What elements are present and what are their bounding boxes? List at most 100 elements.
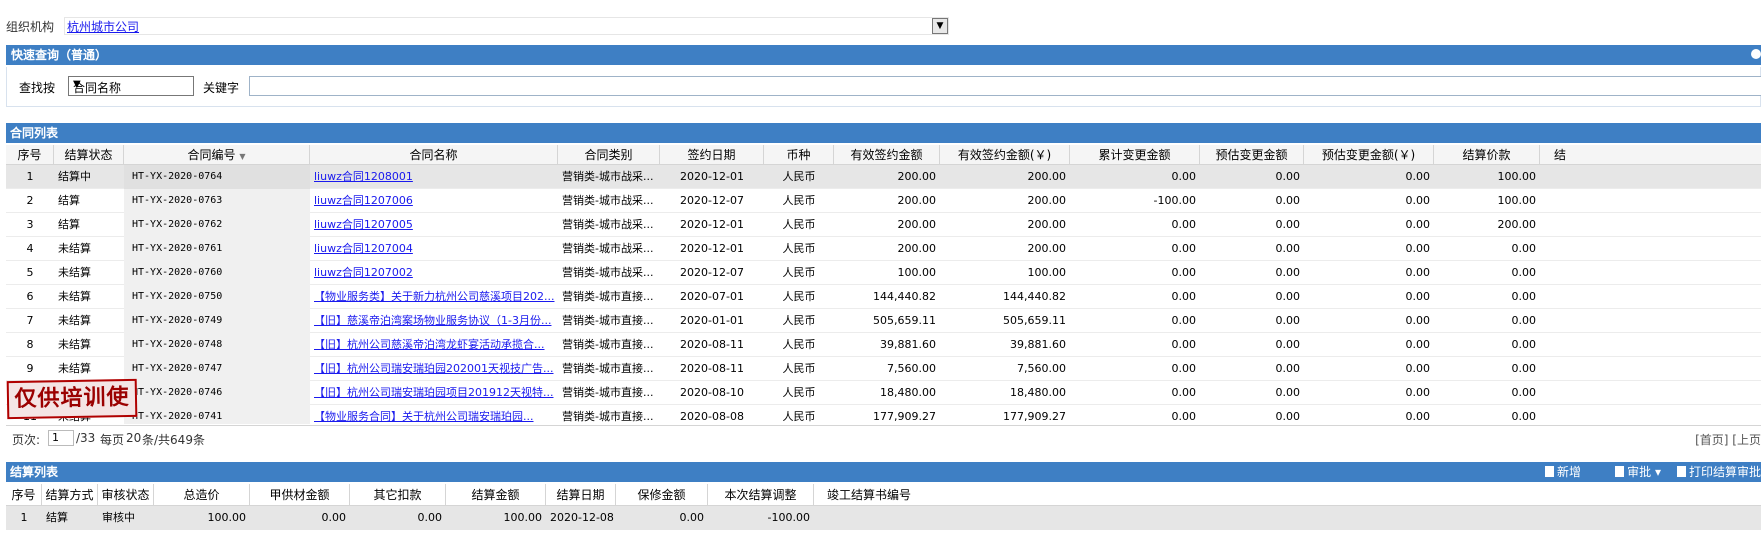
col-header[interactable]: 合同类别	[558, 145, 660, 165]
cell-amt: 200.00	[897, 194, 937, 207]
table-row[interactable]: 10未结算HT-YX-2020-0746【旧】杭州公司瑞安瑞珀园项目201912…	[6, 381, 1761, 405]
contract-name-link[interactable]: liuwz合同1207002	[310, 261, 558, 285]
col-header[interactable]: 总造价	[154, 484, 250, 506]
cell-code: HT-YX-2020-0749	[124, 309, 310, 333]
pager-nav-links[interactable]: [首页] [上页	[1695, 431, 1761, 448]
cell-code: HT-YX-2020-0747	[124, 357, 310, 381]
cell-no: 1	[26, 170, 34, 183]
contract-name-link[interactable]: 【旧】杭州公司瑞安瑞珀园202001天视技广告...	[310, 357, 558, 381]
col-header[interactable]: 结算日期	[546, 484, 616, 506]
contract-name-link[interactable]: liuwz合同1207005	[310, 213, 558, 237]
col-header[interactable]: 结算方式	[42, 484, 98, 506]
col-header[interactable]: 币种	[764, 145, 834, 165]
table-row[interactable]: 5 未结算 HT-YX-2020-0760 liuwz合同1207002 营销类-城市战…	[6, 261, 1761, 285]
cell-cat: 营销类-城市直接...	[562, 314, 654, 327]
contract-name-link[interactable]: liuwz合同1207006	[310, 189, 558, 213]
page-total: /33	[76, 431, 96, 445]
cell-chg: 0.00	[1171, 386, 1197, 399]
chevron-down-icon[interactable]: ▼	[932, 18, 948, 34]
table-row[interactable]: 8 未结算 HT-YX-2020-0748 【旧】杭州公司慈溪帝泊湾龙虾宴活动承揽合.…	[6, 333, 1761, 357]
cell-no: 5	[26, 266, 34, 279]
settlement-grid-body: 1 结算 审核中 100.00 0.00 0.00 100.00 2020-12-08 0.00…	[6, 506, 1761, 530]
col-header[interactable]: 结算价款	[1434, 145, 1540, 165]
cell-date: 2020-12-08	[550, 511, 614, 524]
contract-name-link[interactable]: liuwz合同1208001	[310, 165, 558, 189]
cell-est_y: 0.00	[1405, 194, 1431, 207]
contract-name-link[interactable]: 【旧】慈溪帝泊湾案场物业服务协议（1-3月份...	[310, 309, 558, 333]
cell-date: 2020-12-07	[680, 194, 744, 207]
contract-name-link[interactable]: 【旧】杭州公司慈溪帝泊湾龙虾宴活动承揽合...	[310, 333, 558, 357]
printer-icon	[1676, 466, 1686, 477]
table-row[interactable]: 6 未结算 HT-YX-2020-0750 【物业服务类】关于新力杭州公司慈溪项目20…	[6, 285, 1761, 309]
col-header[interactable]: 累计变更金额	[1070, 145, 1200, 165]
contract-grid: 序号 结算状态 合同编号 ▼ 合同名称 合同类别 签约日期 币种 有效签约金额 …	[6, 145, 1761, 424]
collapse-icon[interactable]	[1751, 49, 1761, 59]
table-row[interactable]: 1 结算中 HT-YX-2020-0764 liuwz合同1208001 营销类-城市战…	[6, 165, 1761, 189]
org-value-link[interactable]: 杭州城市公司	[67, 18, 139, 35]
col-header[interactable]: 甲供材金额	[250, 484, 350, 506]
col-header[interactable]: 序号	[6, 484, 42, 506]
quick-query-panel: 查找按 合同名称 ▼ 关键字	[6, 67, 1761, 107]
table-row[interactable]: 7 未结算 HT-YX-2020-0749 【旧】慈溪帝泊湾案场物业服务协议（1-3月…	[6, 309, 1761, 333]
contract-name-link[interactable]: 【物业服务合同】关于杭州公司瑞安瑞珀园...	[310, 405, 558, 424]
cell-cur: 人民币	[782, 386, 816, 399]
contract-grid-header: 序号 结算状态 合同编号 ▼ 合同名称 合同类别 签约日期 币种 有效签约金额 …	[6, 145, 1761, 165]
cell-est: 0.00	[1275, 194, 1301, 207]
keyword-input[interactable]	[249, 76, 1761, 96]
cell-amt_y: 200.00	[1027, 194, 1067, 207]
contract-name-link[interactable]: 【旧】杭州公司瑞安瑞珀园项目201912天视特...	[310, 381, 558, 405]
col-header[interactable]: 预估变更金额(￥)	[1304, 145, 1434, 165]
cell-est_y: 0.00	[1405, 410, 1431, 423]
table-row[interactable]: 11未结算HT-YX-2020-0741【物业服务合同】关于杭州公司瑞安瑞珀园.…	[6, 405, 1761, 424]
col-header[interactable]: 序号	[6, 145, 54, 165]
approve-button[interactable]: 审批 ▾	[1615, 462, 1661, 482]
settlement-grid: 序号 结算方式 审核状态 总造价 甲供材金额 其它扣款 结算金额 结算日期 保修…	[6, 484, 1761, 536]
contract-name-link[interactable]: liuwz合同1207004	[310, 237, 558, 261]
cell-cur: 人民币	[782, 314, 816, 327]
per-page-value[interactable]: 20	[126, 431, 141, 445]
table-row[interactable]: 1 结算 审核中 100.00 0.00 0.00 100.00 2020-12-08 0.00…	[6, 506, 1761, 530]
table-row[interactable]: 4 未结算 HT-YX-2020-0761 liuwz合同1207004 营销类-城市战…	[6, 237, 1761, 261]
page-input[interactable]: 1	[48, 430, 74, 446]
cell-amt_y: 200.00	[1027, 218, 1067, 231]
col-header[interactable]: 竣工结算书编号	[814, 484, 924, 506]
cell-est: 0.00	[1275, 362, 1301, 375]
cell-est: 0.00	[1275, 218, 1301, 231]
col-header[interactable]: 其它扣款	[350, 484, 446, 506]
cell-code: HT-YX-2020-0748	[124, 333, 310, 357]
print-settlement-button[interactable]: 打印结算审批	[1676, 462, 1761, 482]
col-header[interactable]: 有效签约金额	[834, 145, 940, 165]
cell-amt_y: 39,881.60	[1010, 338, 1066, 351]
cell-amt_y: 200.00	[1027, 170, 1067, 183]
col-header[interactable]: 本次结算调整	[708, 484, 814, 506]
add-button[interactable]: 新增	[1544, 462, 1581, 482]
col-header[interactable]: 预估变更金额	[1200, 145, 1304, 165]
table-row[interactable]: 9 未结算 HT-YX-2020-0747 【旧】杭州公司瑞安瑞珀园202001天视技…	[6, 357, 1761, 381]
contract-name-link[interactable]: 【物业服务类】关于新力杭州公司慈溪项目202...	[310, 285, 558, 309]
cell-state: 审核中	[102, 511, 135, 524]
col-header[interactable]: 合同名称	[310, 145, 558, 165]
cell-chg: 0.00	[1171, 362, 1197, 375]
col-header[interactable]: 签约日期	[660, 145, 764, 165]
cell-other: 0.00	[417, 511, 443, 524]
cell-date: 2020-12-01	[680, 242, 744, 255]
cell-status: 未结算	[58, 338, 91, 351]
cell-amt: 144,440.82	[873, 290, 936, 303]
col-header[interactable]: 有效签约金额(￥)	[940, 145, 1070, 165]
table-row[interactable]: 2 结算 HT-YX-2020-0763 liuwz合同1207006 营销类-城市战采…	[6, 189, 1761, 213]
col-header[interactable]: 结算状态	[54, 145, 124, 165]
col-header[interactable]: 保修金额	[616, 484, 708, 506]
col-header[interactable]: 结算金额	[446, 484, 546, 506]
find-by-select[interactable]: 合同名称 ▼	[68, 76, 194, 96]
org-select[interactable]: 杭州城市公司 ▼	[64, 17, 949, 35]
cell-chg: 0.00	[1171, 266, 1197, 279]
table-row[interactable]: 3 结算 HT-YX-2020-0762 liuwz合同1207005 营销类-城市战采…	[6, 213, 1761, 237]
cell-no: 4	[26, 242, 34, 255]
pager: 页次: 1 /33 每页 20 条/共649条 [首页] [上页	[6, 425, 1761, 449]
cell-status: 结算中	[58, 170, 91, 183]
col-header[interactable]: 审核状态	[98, 484, 154, 506]
col-header[interactable]: 结	[1540, 145, 1580, 165]
col-header-contract-code[interactable]: 合同编号 ▼	[124, 145, 310, 165]
cell-method: 结算	[46, 511, 68, 524]
cell-date: 2020-07-01	[680, 290, 744, 303]
